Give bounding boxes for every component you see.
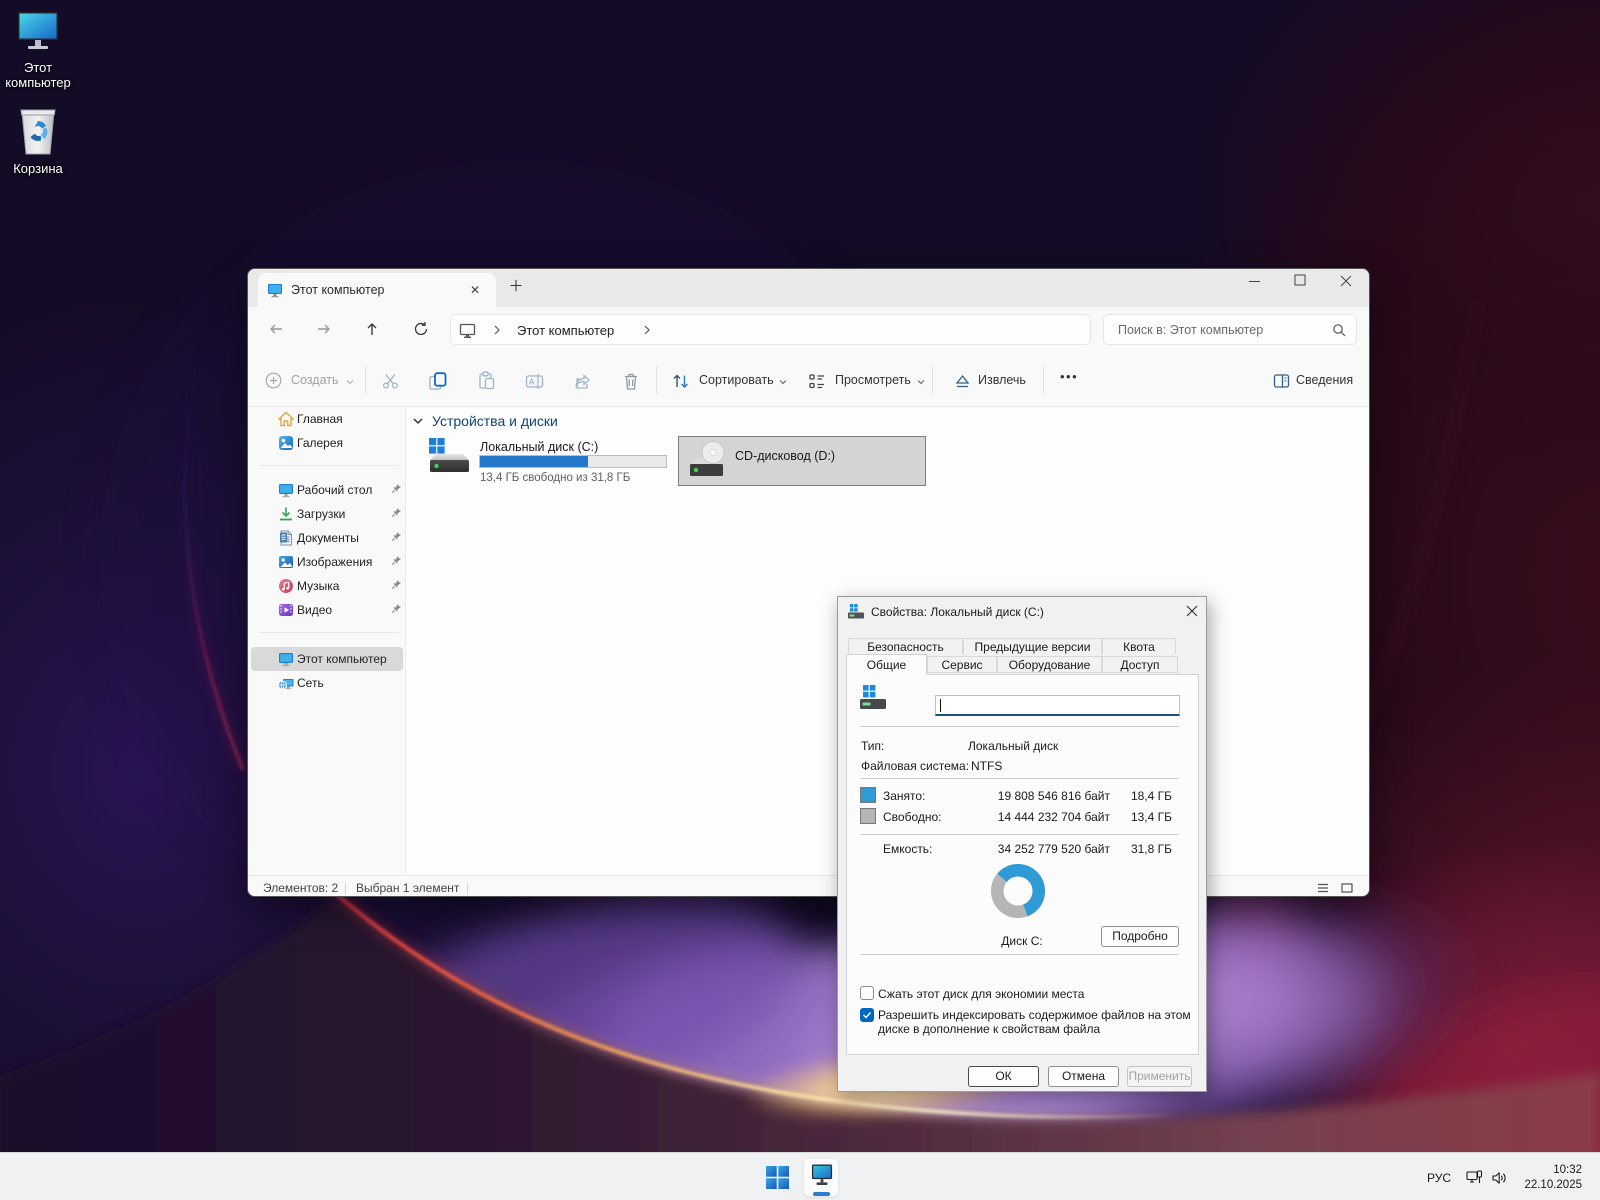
- svg-text:A: A: [529, 378, 535, 387]
